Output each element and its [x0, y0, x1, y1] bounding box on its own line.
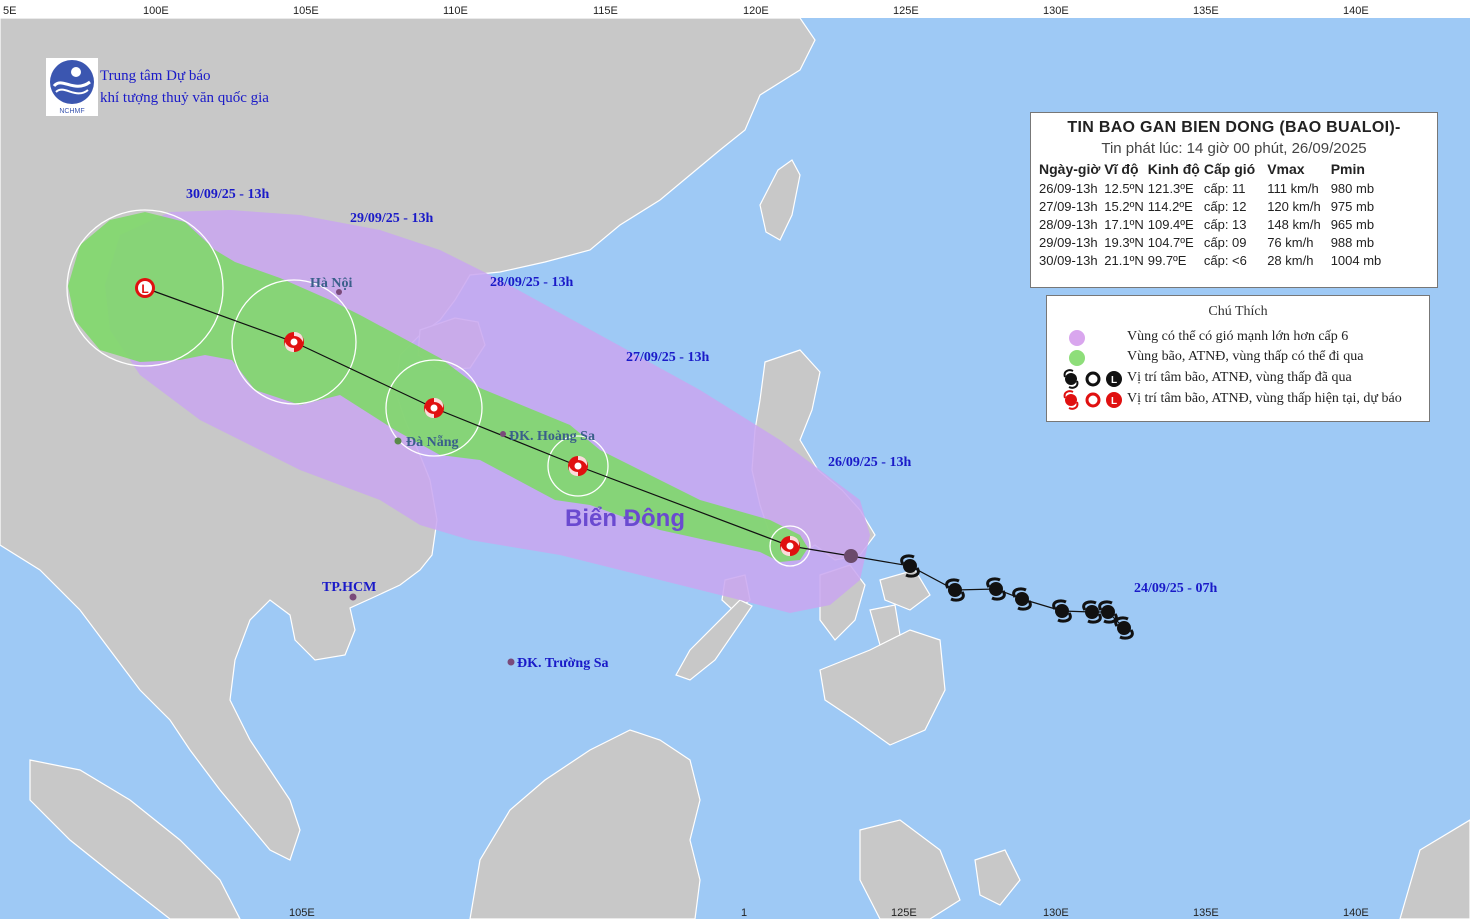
label-26-09: 26/09/25 - 13h — [828, 455, 911, 470]
nchmf-logo: NCHMF — [46, 58, 98, 116]
forecast-table: Ngày-giờ Vĩ độ Kinh độ Cấp gió Vmax Pmin… — [1039, 161, 1385, 270]
svg-text:125E: 125E — [893, 5, 919, 17]
organization-name: Trung tâm Dự báo khí tượng thuỷ văn quốc… — [100, 65, 269, 109]
bulletin-box: TIN BAO GAN BIEN DONG (BAO BUALOI)- Tin … — [1030, 112, 1438, 288]
svg-text:135E: 135E — [1193, 907, 1219, 919]
label-29-09: 29/09/25 - 13h — [350, 211, 433, 226]
svg-text:140E: 140E — [1343, 907, 1369, 919]
bulletin-issued: Tin phát lúc: 14 giờ 00 phút, 26/09/2025 — [1101, 140, 1367, 157]
city-truongsa: ĐK. Trường Sa — [517, 656, 609, 671]
sea-label: Biển Đông — [565, 505, 685, 532]
city-danang: Đà Nẵng — [406, 434, 459, 450]
svg-text:130E: 130E — [1043, 907, 1069, 919]
svg-text:1: 1 — [741, 907, 747, 919]
risk-zone-swatch-icon — [1069, 330, 1085, 346]
storm-marker-27 — [568, 456, 588, 476]
label-28-09: 28/09/25 - 13h — [490, 275, 573, 290]
svg-text:120E: 120E — [743, 5, 769, 17]
city-hanoi: Hà Nội — [310, 276, 353, 291]
svg-text:100E: 100E — [143, 5, 169, 17]
svg-text:130E: 130E — [1043, 5, 1069, 17]
label-24-09: 24/09/25 - 07h — [1134, 581, 1217, 596]
legend-box: Chú Thích Vùng có thể có gió mạnh lớn hơ… — [1046, 295, 1430, 422]
svg-text:NCHMF: NCHMF — [59, 108, 84, 115]
svg-text:L: L — [1111, 375, 1117, 386]
past-depression-marker — [844, 549, 858, 563]
table-row: 26/09-13h 12.5ºN 121.3ºE cấp: 11 111 km/h 980… — [1039, 181, 1375, 196]
svg-text:105E: 105E — [293, 5, 319, 17]
table-row: 27/09-13h 15.2ºN 114.2ºE cấp: 12 120 km/h 975… — [1039, 199, 1375, 214]
storm-forecast-map: L 30/09/25 - 13h 29/09/25 - 13h 28/09/25… — [0, 0, 1470, 919]
svg-text:L: L — [141, 282, 148, 296]
table-header: Ngày-giờ Vĩ độ Kinh độ Cấp gió Vmax Pmin — [1039, 161, 1365, 177]
label-30-09: 30/09/25 - 13h — [186, 187, 269, 202]
legend-title: Chú Thích — [1208, 304, 1268, 319]
past-markers-icon: L — [1063, 369, 1122, 389]
table-row: 29/09-13h 19.3ºN 104.7ºE cấp: 09 76 km/h 988 … — [1039, 235, 1375, 250]
storm-marker-current — [780, 536, 800, 556]
svg-text:110E: 110E — [443, 5, 468, 17]
low-pressure-marker: L — [135, 278, 155, 298]
top-axis-strip — [0, 0, 1470, 18]
table-row: 30/09-13h 21.1ºN 99.7ºE cấp: <6 28 km/h 1004 … — [1039, 253, 1382, 268]
svg-text:L: L — [1111, 396, 1117, 407]
svg-text:125E: 125E — [891, 907, 917, 919]
svg-text:105E: 105E — [289, 907, 315, 919]
org-line-2: khí tượng thuỷ văn quốc gia — [100, 90, 269, 106]
storm-marker-29 — [284, 332, 304, 352]
bulletin-title: TIN BAO GAN BIEN DONG (BAO BUALOI)- — [1067, 119, 1401, 136]
svg-text:5E: 5E — [3, 5, 16, 17]
label-27-09: 27/09/25 - 13h — [626, 350, 709, 365]
storm-zone-swatch-icon — [1069, 350, 1085, 366]
svg-text:115E: 115E — [593, 5, 618, 17]
org-line-1: Trung tâm Dự báo — [100, 68, 211, 84]
svg-text:140E: 140E — [1343, 5, 1369, 17]
storm-marker-28 — [424, 398, 444, 418]
table-row: 28/09-13h 17.1ºN 109.4ºE cấp: 13 148 km/h 965… — [1039, 217, 1375, 232]
city-hoangsa: ĐK. Hoàng Sa — [509, 429, 595, 444]
city-hcm: TP.HCM — [322, 580, 376, 595]
svg-text:135E: 135E — [1193, 5, 1219, 17]
current-markers-icon: L — [1063, 390, 1122, 410]
